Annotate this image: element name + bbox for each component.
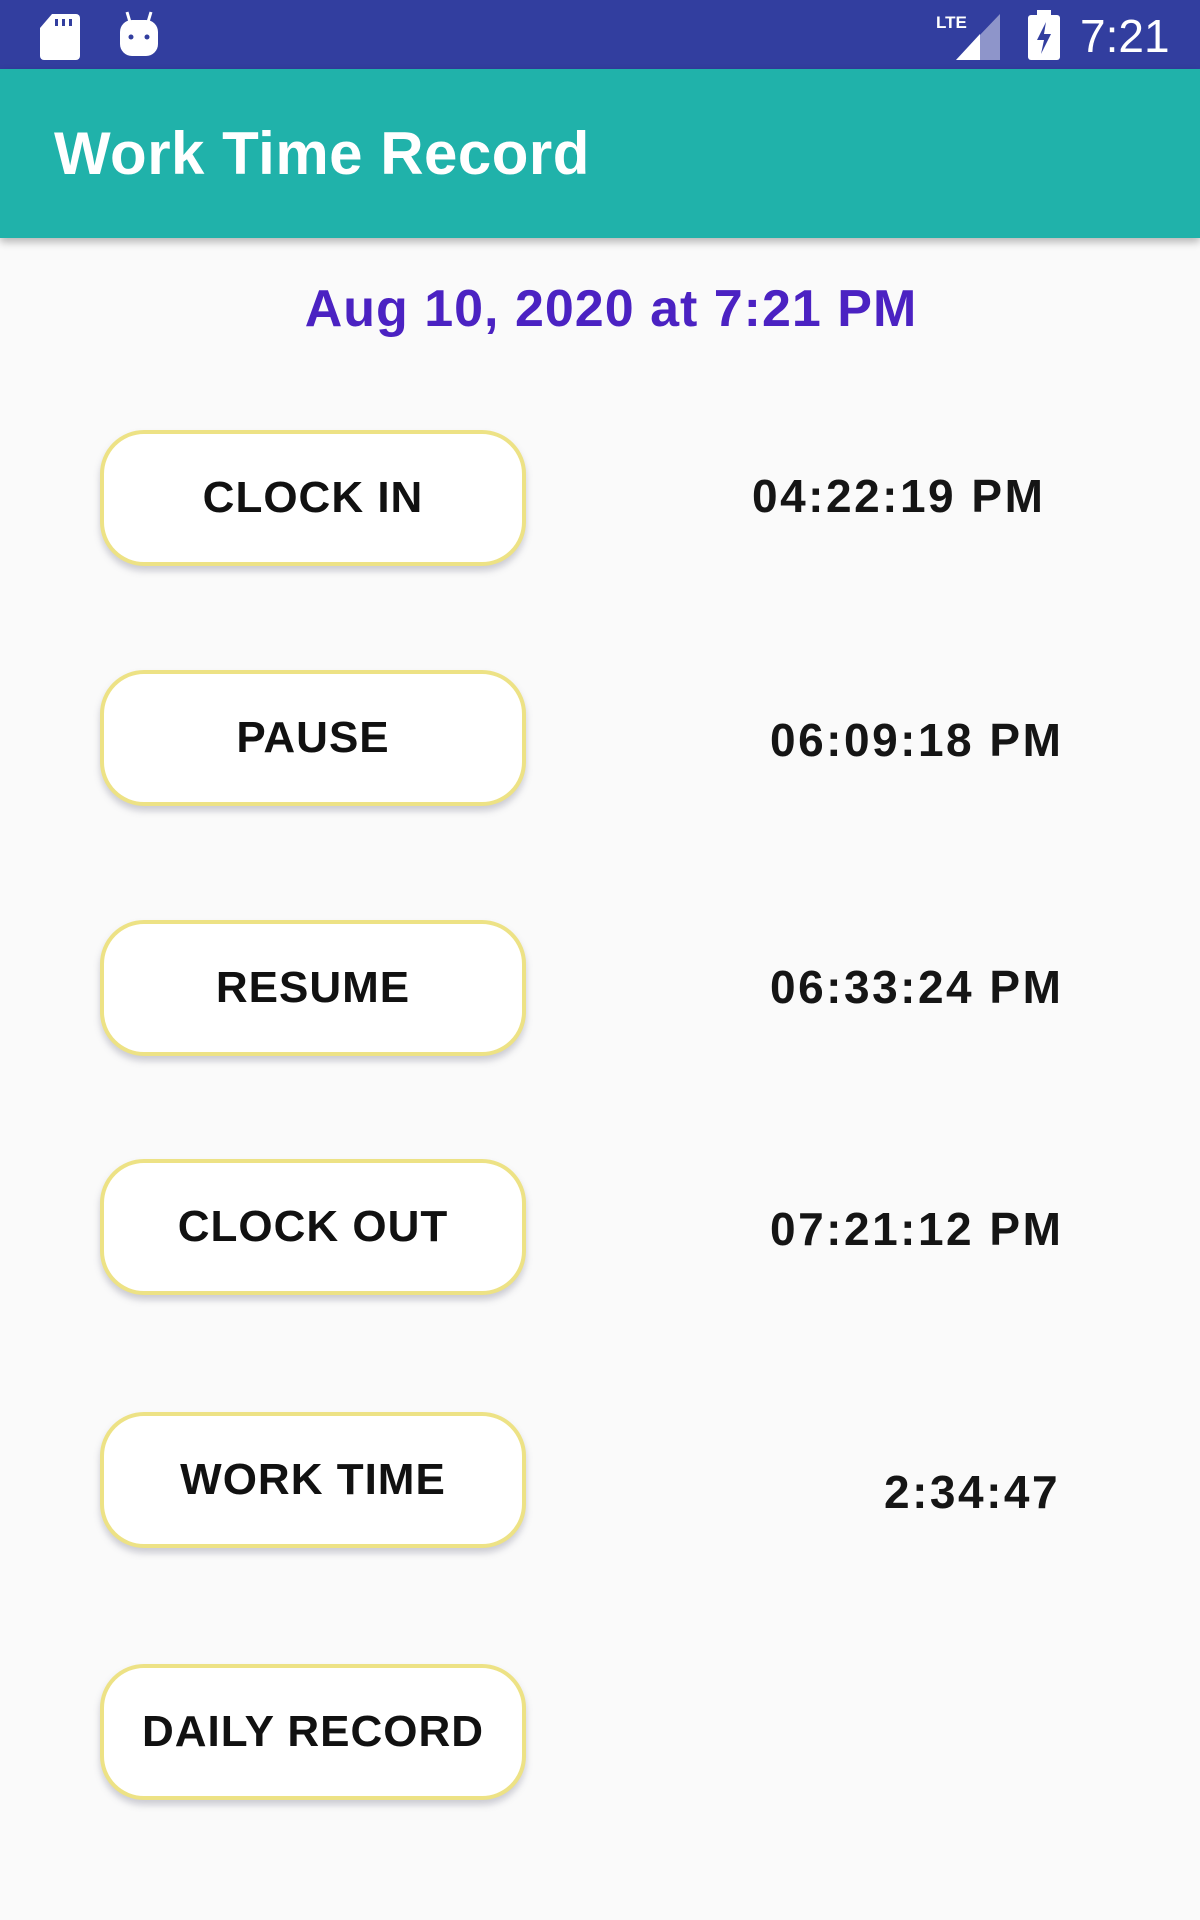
app-bar: Work Time Record — [0, 69, 1200, 238]
sd-card-icon — [40, 14, 80, 60]
clock-out-time: 07:21:12 PM — [770, 1203, 1064, 1255]
work-time-value: 2:34:47 — [884, 1466, 1061, 1518]
battery-charging-icon — [1028, 10, 1060, 60]
pause-button[interactable]: PAUSE — [100, 670, 526, 806]
work-time-button[interactable]: WORK TIME — [100, 1412, 526, 1548]
app-title: Work Time Record — [54, 120, 590, 187]
lte-signal-icon: LTE — [936, 13, 1000, 60]
resume-time: 06:33:24 PM — [770, 961, 1064, 1013]
clock-in-button[interactable]: CLOCK IN — [100, 430, 526, 566]
svg-text:LTE: LTE — [936, 13, 967, 32]
status-bar: LTE 7:21 — [0, 0, 1200, 69]
status-time: 7:21 — [1080, 10, 1170, 62]
pause-time: 06:09:18 PM — [770, 714, 1064, 766]
current-datetime: Aug 10, 2020 at 7:21 PM — [304, 280, 918, 338]
clock-in-time: 04:22:19 PM — [752, 470, 1046, 522]
resume-button[interactable]: RESUME — [100, 920, 526, 1056]
android-debug-icon — [120, 11, 158, 56]
daily-record-button[interactable]: DAILY RECORD — [100, 1664, 526, 1800]
clock-out-button[interactable]: CLOCK OUT — [100, 1159, 526, 1295]
